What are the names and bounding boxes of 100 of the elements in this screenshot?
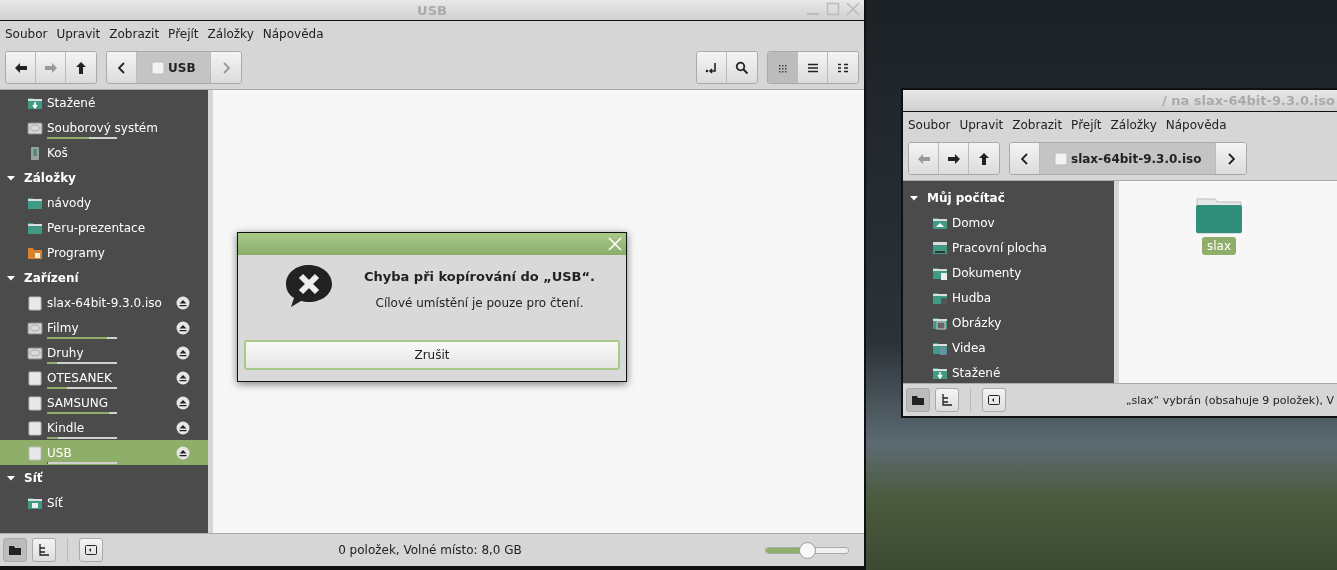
- forward-arrow-icon: [946, 151, 961, 166]
- drive-icon: [27, 394, 43, 411]
- sidebar-item[interactable]: Druhy: [0, 340, 208, 365]
- forward-button[interactable]: [939, 143, 969, 174]
- section-header[interactable]: Síť: [0, 465, 208, 490]
- chevron-right-icon: [221, 61, 230, 74]
- sidebar-item[interactable]: Stažené: [0, 90, 208, 115]
- path-button[interactable]: USB: [137, 52, 211, 83]
- hard-drive-icon: [27, 119, 43, 136]
- terminal-icon: [704, 60, 719, 75]
- menu-item[interactable]: Upravit: [959, 117, 1004, 132]
- sidebar-item[interactable]: Filmy: [0, 315, 208, 340]
- sidebar-item[interactable]: SAMSUNG: [0, 390, 208, 415]
- list-view-button[interactable]: [798, 52, 828, 83]
- usage-bar: [47, 436, 117, 439]
- sidebar-item[interactable]: slax-64bit-9.3.0.iso: [0, 290, 208, 315]
- menu-item[interactable]: Přejít: [1071, 117, 1102, 132]
- menu-item[interactable]: Upravit: [56, 26, 101, 41]
- menu-item[interactable]: Nápověda: [262, 26, 324, 41]
- chevron-right-icon: [1227, 152, 1236, 165]
- status-text: 0 položek, Volné místo: 8,0 GB: [337, 543, 523, 557]
- sidebar-item[interactable]: Dokumenty: [903, 260, 1114, 285]
- sidebar-item[interactable]: Programy: [0, 240, 208, 265]
- toggle-sidebar-button[interactable]: [982, 388, 1006, 412]
- hard-drive-icon: [27, 344, 43, 361]
- cancel-button[interactable]: Zrušit: [244, 340, 620, 370]
- desktop-icon: [932, 239, 948, 256]
- sidebar-item[interactable]: Pracovní plocha: [903, 235, 1114, 260]
- path-back-button[interactable]: [1010, 143, 1040, 174]
- search-icon: [735, 60, 749, 75]
- up-button[interactable]: [66, 52, 96, 83]
- menu-item[interactable]: Zobrazit: [1012, 117, 1063, 132]
- usage-bar: [47, 386, 117, 389]
- drive-icon: [27, 419, 43, 436]
- path-back-button[interactable]: [107, 52, 137, 83]
- path-button[interactable]: slax-64bit-9.3.0.iso: [1040, 143, 1217, 174]
- eject-icon[interactable]: [176, 370, 190, 385]
- eject-icon[interactable]: [176, 295, 190, 310]
- section-header[interactable]: Můj počítač: [903, 185, 1114, 210]
- search-button[interactable]: [727, 52, 757, 83]
- path-forward-button[interactable]: [1216, 143, 1247, 174]
- sidebar-toggle-icon: [987, 393, 1001, 407]
- error-icon: [284, 263, 334, 309]
- menu-item[interactable]: Soubor: [5, 26, 48, 41]
- up-button[interactable]: [969, 143, 999, 174]
- eject-icon[interactable]: [176, 320, 190, 335]
- menu-item[interactable]: Zobrazit: [109, 26, 160, 41]
- eject-icon[interactable]: [176, 395, 190, 410]
- menu-item[interactable]: Záložky: [207, 26, 254, 41]
- tree-button[interactable]: [935, 388, 959, 412]
- menu-item[interactable]: Soubor: [908, 117, 951, 132]
- tree-button[interactable]: [32, 538, 56, 562]
- eject-icon[interactable]: [176, 420, 190, 435]
- chevron-left-icon: [1020, 152, 1029, 165]
- sidebar-item[interactable]: Síť: [0, 490, 208, 515]
- up-arrow-icon: [74, 60, 88, 75]
- hard-drive-icon: [27, 319, 43, 336]
- eject-icon[interactable]: [176, 345, 190, 360]
- places-button[interactable]: [906, 388, 930, 412]
- usage-bar: [47, 136, 117, 139]
- menu-item[interactable]: Nápověda: [1165, 117, 1227, 132]
- up-arrow-icon: [977, 151, 991, 166]
- drive-icon: [27, 444, 43, 461]
- sidebar-item[interactable]: Obrázky: [903, 310, 1114, 335]
- sidebar-item[interactable]: Stažené: [903, 360, 1114, 383]
- usage-bar: [47, 336, 117, 339]
- toggle-sidebar-button[interactable]: [79, 538, 103, 562]
- dialog-heading: Chyba při kopírování do „USB“.: [364, 269, 595, 284]
- compact-view-button[interactable]: [828, 52, 858, 83]
- places-button[interactable]: [3, 538, 27, 562]
- sidebar-item[interactable]: OTESANEK: [0, 365, 208, 390]
- status-text: „slax“ vybrán (obsahuje 9 položek), V: [1124, 393, 1334, 407]
- sidebar-item[interactable]: Peru-prezentace: [0, 215, 208, 240]
- folder-icon: [8, 543, 22, 557]
- sidebar-item[interactable]: návody: [0, 190, 208, 215]
- menu-item[interactable]: Záložky: [1110, 117, 1157, 132]
- usage-bar: [47, 411, 117, 414]
- eject-icon[interactable]: [176, 445, 190, 460]
- back-button[interactable]: [6, 52, 36, 83]
- menu-item[interactable]: Přejít: [168, 26, 199, 41]
- drive-icon: [27, 294, 43, 311]
- tree-icon: [940, 393, 954, 407]
- folder-icon: [911, 393, 925, 407]
- sidebar-toggle-icon: [84, 543, 98, 557]
- terminal-button[interactable]: [697, 52, 727, 83]
- sidebar-item[interactable]: Souborový systém: [0, 115, 208, 140]
- folder-icon: [1195, 195, 1243, 235]
- sidebar-item[interactable]: Kindle: [0, 415, 208, 440]
- usage-bar: [47, 361, 117, 364]
- tree-icon: [37, 543, 51, 557]
- section-header[interactable]: Záložky: [0, 165, 208, 190]
- drive-icon: [1054, 151, 1068, 166]
- chevron-left-icon: [117, 61, 126, 74]
- sidebar-item[interactable]: Domov: [903, 210, 1114, 235]
- section-header[interactable]: Zařízení: [0, 265, 208, 290]
- sidebar-item[interactable]: Hudba: [903, 285, 1114, 310]
- sidebar-item[interactable]: Koš: [0, 140, 208, 165]
- drive-icon: [151, 60, 165, 75]
- forward-arrow-icon: [43, 60, 58, 75]
- sidebar-item[interactable]: Videa: [903, 335, 1114, 360]
